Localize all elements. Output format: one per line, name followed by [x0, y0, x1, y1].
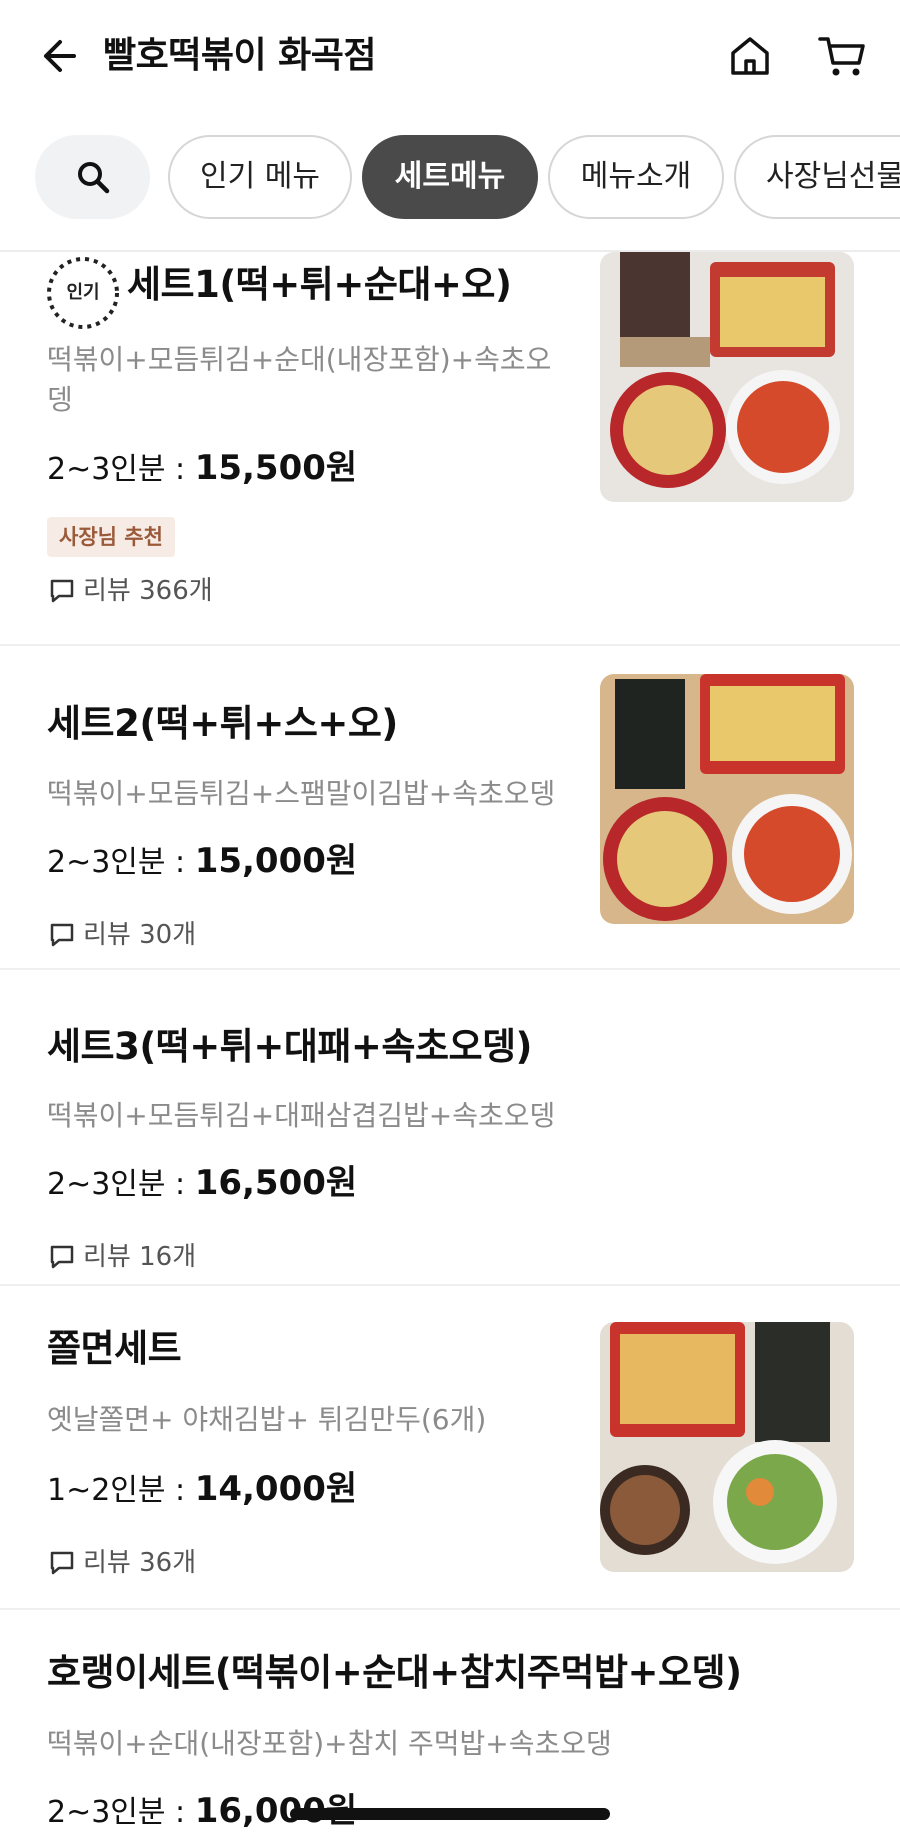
home-icon	[731, 37, 769, 75]
tab-set-menu[interactable]: 세트메뉴	[362, 135, 538, 219]
menu-item-description: 떡볶이+순대(내장포함)+참치 주먹밥+속초오댕	[47, 1727, 612, 1760]
review-count: 리뷰 36개	[49, 1546, 196, 1580]
price-amount: 15,000원	[194, 841, 358, 881]
menu-list: 인기 세트1(떡+튀+순대+오) 떡볶이+모듬튀김+순대(내장포함)+속초오뎅 …	[0, 252, 900, 1840]
menu-item[interactable]: 세트2(떡+튀+스+오) 떡볶이+모듬튀김+스팸말이김밥+속초오뎅 2~3인분 …	[0, 646, 900, 970]
comment-icon	[50, 579, 74, 603]
menu-item-name: 세트1(떡+튀+순대+오)	[127, 263, 512, 306]
menu-item-name: 쫄면세트	[47, 1327, 182, 1370]
tab-popular-menu[interactable]: 인기 메뉴	[168, 135, 352, 219]
review-count: 리뷰 366개	[49, 574, 213, 608]
menu-item-photo[interactable]	[600, 252, 854, 502]
search-icon	[77, 162, 109, 194]
menu-item-name: 세트2(떡+튀+스+오)	[47, 702, 398, 745]
tab-menu-intro[interactable]: 메뉴소개	[548, 135, 724, 219]
comment-icon	[50, 1245, 74, 1269]
menu-item-name: 호랭이세트(떡볶이+순대+참치주먹밥+오뎅)	[47, 1651, 742, 1694]
popular-badge-label: 인기	[66, 282, 100, 303]
menu-item-price: 2~3인분 : 15,000원	[47, 840, 357, 884]
review-count: 리뷰 16개	[49, 1240, 196, 1274]
menu-item-description: 떡볶이+모듬튀김+스팸말이김밥+속초오뎅	[47, 777, 556, 810]
arrow-left-icon	[44, 40, 76, 72]
review-count-label: 리뷰 30개	[83, 920, 197, 950]
serving-size: 2~3인분 :	[47, 1795, 195, 1830]
menu-item[interactable]: 인기 세트1(떡+튀+순대+오) 떡볶이+모듬튀김+순대(내장포함)+속초오뎅 …	[0, 252, 900, 646]
serving-size: 2~3인분 :	[47, 452, 195, 487]
menu-item[interactable]: 쫄면세트 옛날쫄면+ 야채김밥+ 튀김만두(6개) 1~2인분 : 14,000…	[0, 1286, 900, 1610]
comment-icon	[50, 1551, 74, 1575]
menu-item-photo[interactable]	[600, 674, 854, 924]
review-count-label: 리뷰 36개	[83, 1548, 197, 1578]
menu-item[interactable]: 호랭이세트(떡볶이+순대+참치주먹밥+오뎅) 떡볶이+순대(내장포함)+참치 주…	[0, 1610, 900, 1840]
price-amount: 16,500원	[194, 1163, 358, 1203]
category-tabs: 인기 메뉴 세트메뉴 메뉴소개 사장님선물	[0, 135, 900, 220]
serving-size: 2~3인분 :	[47, 845, 195, 880]
menu-item-description: 떡볶이+모듬튀김+대패삼겹김밥+속초오뎅	[47, 1099, 556, 1132]
tab-owner-gift[interactable]: 사장님선물	[734, 135, 900, 219]
price-amount: 15,500원	[194, 448, 358, 488]
home-button[interactable]	[724, 30, 776, 82]
menu-item-price: 1~2인분 : 14,000원	[47, 1468, 357, 1512]
price-amount: 14,000원	[194, 1469, 358, 1509]
app-header: 빨호떡볶이 화곡점	[0, 0, 900, 115]
cart-button[interactable]	[814, 30, 870, 82]
review-count: 리뷰 30개	[49, 918, 196, 952]
menu-item-name: 세트3(떡+튀+대패+속초오뎅)	[47, 1025, 532, 1068]
serving-size: 1~2인분 :	[47, 1473, 195, 1508]
menu-item-photo[interactable]	[600, 1322, 854, 1572]
review-count-label: 리뷰 366개	[83, 576, 213, 606]
serving-size: 2~3인분 :	[47, 1167, 195, 1202]
home-indicator	[290, 1808, 610, 1820]
review-count-label: 리뷰 16개	[83, 1242, 197, 1272]
comment-icon	[50, 923, 74, 947]
cart-icon	[818, 37, 865, 76]
menu-item[interactable]: 세트3(떡+튀+대패+속초오뎅) 떡볶이+모듬튀김+대패삼겹김밥+속초오뎅 2~…	[0, 970, 900, 1286]
menu-search-button[interactable]	[35, 135, 150, 219]
back-button[interactable]	[34, 32, 82, 80]
menu-item-description: 옛날쫄면+ 야채김밥+ 튀김만두(6개)	[47, 1403, 487, 1436]
menu-item-price: 2~3인분 : 16,500원	[47, 1162, 357, 1206]
owner-recommend-badge: 사장님 추천	[47, 517, 175, 557]
menu-item-price: 2~3인분 : 15,500원	[47, 447, 357, 491]
popular-badge: 인기	[45, 255, 121, 331]
menu-item-description: 떡볶이+모듬튀김+순대(내장포함)+속초오뎅	[47, 343, 552, 416]
store-title: 빨호떡볶이 화곡점	[103, 35, 377, 76]
